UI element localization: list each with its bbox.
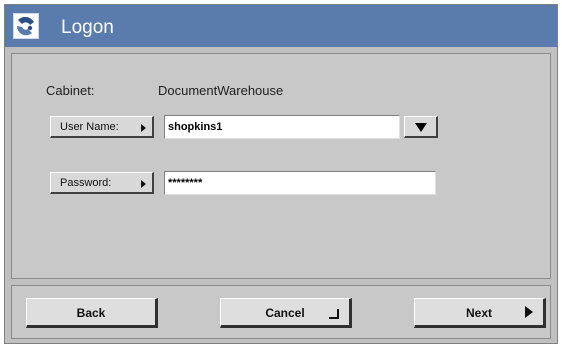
arrow-right-icon: [141, 124, 146, 132]
password-button[interactable]: Password:: [50, 172, 154, 194]
triangle-down-icon: [415, 123, 427, 132]
cabinet-label: Cabinet:: [46, 83, 95, 98]
back-button-label: Back: [76, 306, 106, 320]
logon-window: Logon Cabinet: DocumentWarehouse User Na…: [4, 4, 558, 344]
logon-form-panel: Cabinet: DocumentWarehouse User Name: Pa…: [11, 53, 551, 279]
return-icon: [329, 309, 339, 319]
back-button[interactable]: Back: [26, 298, 158, 328]
username-button-label: User Name:: [60, 121, 119, 133]
cancel-button[interactable]: Cancel: [220, 298, 352, 328]
cabinet-value: DocumentWarehouse: [158, 83, 284, 98]
window-title: Logon: [61, 17, 114, 38]
password-input[interactable]: [164, 171, 436, 195]
title-bar: Logon: [5, 5, 557, 47]
username-input[interactable]: [164, 115, 400, 139]
next-button-label: Next: [465, 306, 492, 320]
play-arrow-icon: [525, 306, 533, 318]
next-button[interactable]: Next: [414, 298, 546, 328]
arrow-right-icon: [141, 180, 146, 188]
password-button-label: Password:: [60, 177, 112, 189]
app-logo-icon: [13, 13, 39, 39]
username-dropdown-button[interactable]: [404, 116, 438, 138]
username-button[interactable]: User Name:: [50, 116, 154, 138]
footer-button-bar: Back Cancel Next: [11, 285, 551, 339]
